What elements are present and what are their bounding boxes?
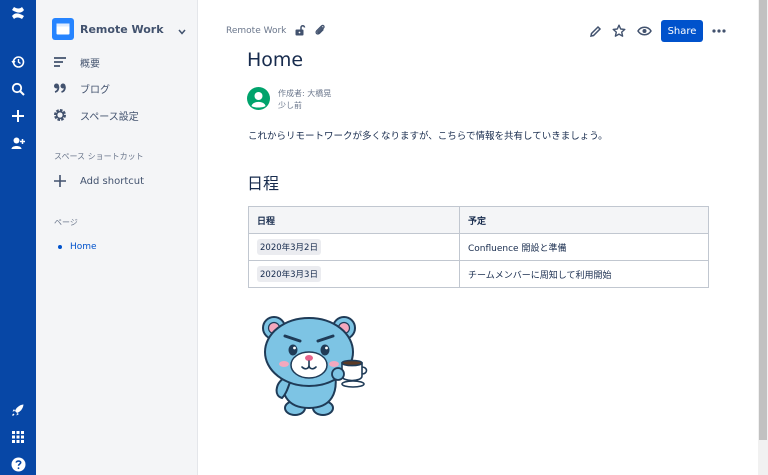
space-sidebar: Remote Work 概要 ブログ スペース設定 スペース ショートカット A…: [36, 0, 198, 475]
table-header-row: 日程 予定: [248, 206, 709, 234]
gear-icon: [50, 105, 70, 125]
breadcrumb-space-link[interactable]: Remote Work: [226, 26, 286, 36]
sidebar-item-label: ブログ: [80, 84, 110, 96]
blog-quote-icon: [50, 78, 70, 98]
help-icon[interactable]: [0, 451, 36, 475]
chevron-down-icon: [178, 20, 186, 39]
plus-icon: [50, 171, 70, 191]
sidebar-item-overview[interactable]: 概要: [50, 51, 190, 73]
overview-icon: [50, 52, 70, 72]
rocket-icon[interactable]: [0, 397, 36, 423]
bear-mascot-image: [258, 312, 370, 418]
table-cell-plan: チームメンバーに周知して利用開始: [459, 260, 709, 288]
byline: 作成者: 大橋晃 少し前: [278, 88, 331, 112]
edit-pencil-icon[interactable]: [586, 22, 604, 40]
avatar[interactable]: [247, 87, 270, 110]
bullet-icon: [58, 245, 62, 249]
invite-people-icon[interactable]: [0, 130, 36, 156]
timestamp[interactable]: 少し前: [278, 100, 331, 112]
table-cell-date: 2020年3月2日: [248, 233, 460, 261]
date-lozenge[interactable]: 2020年3月3日: [257, 266, 321, 282]
attachment-icon[interactable]: [311, 21, 329, 39]
share-button[interactable]: Share: [661, 20, 703, 42]
add-shortcut-button[interactable]: Add shortcut: [50, 170, 190, 192]
sidebar-item-blog[interactable]: ブログ: [50, 77, 190, 99]
table-cell-plan: Confluence 開設と準備: [459, 233, 709, 261]
intro-paragraph: これからリモートワークが多くなりますが、こちらで情報を共有していきましょう。: [248, 131, 608, 142]
page-tree-item-home[interactable]: Home: [58, 240, 97, 254]
table-row: 2020年3月3日 チームメンバーに周知して利用開始: [248, 260, 709, 288]
scrollbar[interactable]: [758, 0, 768, 475]
scrollbar-thumb[interactable]: [759, 0, 767, 440]
table-cell-date: 2020年3月3日: [248, 260, 460, 288]
page-tree-item-label: Home: [70, 242, 97, 252]
shortcuts-section-label: スペース ショートカット: [54, 152, 144, 161]
space-name: Remote Work: [80, 22, 164, 36]
sidebar-item-label: スペース設定: [80, 111, 139, 123]
add-shortcut-label: Add shortcut: [80, 175, 144, 187]
more-actions-icon[interactable]: [710, 22, 728, 40]
space-switcher[interactable]: Remote Work: [52, 18, 186, 40]
confluence-app: Remote Work 概要 ブログ スペース設定 スペース ショートカット A…: [0, 0, 768, 475]
app-switcher-icon[interactable]: [0, 424, 36, 450]
create-icon[interactable]: [0, 103, 36, 129]
recent-icon[interactable]: [0, 49, 36, 75]
sidebar-item-space-settings[interactable]: スペース設定: [50, 104, 190, 126]
sidebar-item-label: 概要: [80, 58, 100, 70]
table-row: 2020年3月2日 Confluence 開設と準備: [248, 233, 709, 261]
confluence-logo-icon[interactable]: [0, 0, 36, 26]
schedule-table: 日程 予定 2020年3月2日 Confluence 開設と準備 2020年3月…: [248, 206, 709, 288]
author-line[interactable]: 作成者: 大橋晃: [278, 88, 331, 100]
watch-eye-icon[interactable]: [635, 22, 653, 40]
pages-section-label: ページ: [54, 218, 78, 227]
global-navigation: [0, 0, 36, 475]
star-icon[interactable]: [610, 22, 628, 40]
search-icon[interactable]: [0, 76, 36, 102]
date-lozenge[interactable]: 2020年3月2日: [257, 239, 321, 255]
space-logo-icon: [52, 18, 74, 40]
unlock-icon[interactable]: [291, 21, 309, 39]
table-header-plan: 予定: [459, 206, 709, 234]
section-heading: 日程: [247, 174, 280, 193]
page-title: Home: [247, 49, 304, 71]
table-header-date: 日程: [248, 206, 460, 234]
